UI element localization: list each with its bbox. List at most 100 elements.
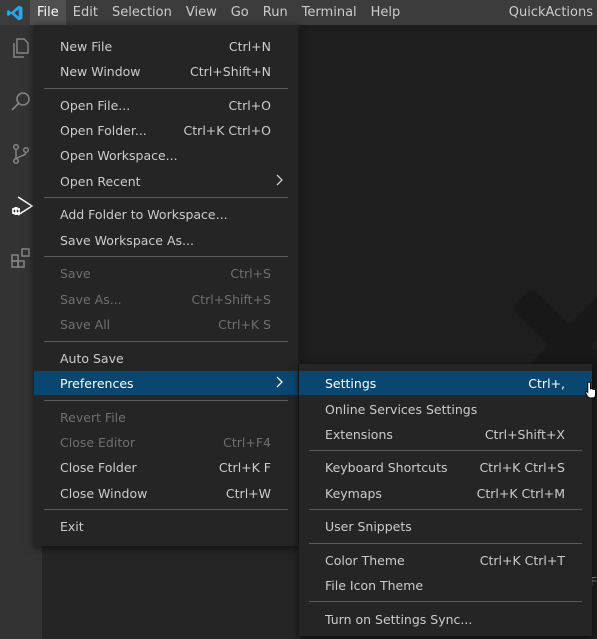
menu-file[interactable]: File: [30, 0, 66, 25]
file-menu: New File Ctrl+N New Window Ctrl+Shift+N …: [34, 25, 298, 546]
preferences-submenu: Settings Ctrl+, Online Services Settings…: [299, 364, 592, 636]
menu-separator: [44, 341, 288, 342]
menu-item-keyboard-shortcuts[interactable]: Keyboard Shortcuts Ctrl+K Ctrl+S: [299, 455, 592, 479]
menu-item-shortcut: Ctrl+K Ctrl+O: [183, 122, 271, 138]
menu-separator: [309, 601, 582, 602]
run-debug-icon[interactable]: [6, 191, 36, 221]
menu-item-label: Settings: [325, 375, 377, 391]
menu-item-label: Turn on Settings Sync...: [325, 611, 473, 627]
menu-item-shortcut: Ctrl+N: [228, 38, 271, 54]
menu-separator: [44, 88, 288, 89]
menu-item-shortcut: Ctrl+Shift+N: [190, 63, 271, 79]
menu-item-shortcut: Ctrl+K Ctrl+M: [476, 485, 565, 501]
menu-separator: [309, 543, 582, 544]
menu-item-label: Add Folder to Workspace...: [60, 206, 228, 222]
menu-item-close-folder[interactable]: Close Folder Ctrl+K F: [34, 455, 298, 479]
menu-item-shortcut: Ctrl+,: [528, 375, 565, 391]
menu-item-label: New File: [60, 38, 113, 54]
menu-item-label: Revert File: [60, 409, 126, 425]
menu-item-label: Save: [60, 265, 91, 281]
menu-item-label: Save All: [60, 316, 111, 332]
menu-separator: [44, 509, 288, 510]
vscode-logo-icon: [0, 0, 30, 25]
menu-item-add-folder[interactable]: Add Folder to Workspace...: [34, 202, 298, 226]
menu-item-save-as[interactable]: Save As... Ctrl+Shift+S: [34, 287, 298, 311]
menu-item-shortcut: Ctrl+K Ctrl+T: [479, 552, 565, 568]
menu-item-label: New Window: [60, 63, 141, 79]
menu-item-label: Keymaps: [325, 485, 382, 501]
title-bar: File Edit Selection View Go Run Terminal…: [0, 0, 597, 25]
menu-item-label: User Snippets: [325, 518, 412, 534]
menu-item-open-recent[interactable]: Open Recent: [34, 169, 298, 193]
menu-item-user-snippets[interactable]: User Snippets: [299, 514, 592, 538]
menu-item-label: File Icon Theme: [325, 577, 424, 593]
menu-item-exit[interactable]: Exit: [34, 514, 298, 538]
menu-item-label: Close Editor: [60, 434, 136, 450]
menu-go[interactable]: Go: [224, 0, 256, 25]
menu-item-shortcut: Ctrl+S: [230, 265, 271, 281]
menu-item-online-services-settings[interactable]: Online Services Settings: [299, 397, 592, 421]
extensions-icon[interactable]: [6, 243, 36, 273]
menu-separator: [44, 256, 288, 257]
menu-item-label: Save As...: [60, 291, 122, 307]
menu-item-save-workspace-as[interactable]: Save Workspace As...: [34, 228, 298, 252]
window-title: QuickActions: [508, 5, 593, 20]
menu-item-shortcut: Ctrl+K F: [218, 459, 271, 475]
menu-item-close-editor[interactable]: Close Editor Ctrl+F4: [34, 430, 298, 454]
menu-item-save-all[interactable]: Save All Ctrl+K S: [34, 312, 298, 336]
menu-item-label: Exit: [60, 518, 84, 534]
menu-item-label: Open File...: [60, 97, 131, 113]
menu-item-label: Online Services Settings: [325, 401, 478, 417]
menu-item-extensions[interactable]: Extensions Ctrl+Shift+X: [299, 422, 592, 446]
menu-item-label: Auto Save: [60, 350, 124, 366]
menu-item-shortcut: Ctrl+O: [228, 97, 271, 113]
menu-item-label: Extensions: [325, 426, 393, 442]
menu-item-open-file[interactable]: Open File... Ctrl+O: [34, 93, 298, 117]
chevron-right-icon: [274, 376, 284, 391]
menu-item-settings[interactable]: Settings Ctrl+,: [299, 371, 592, 395]
menu-item-keymaps[interactable]: Keymaps Ctrl+K Ctrl+M: [299, 481, 592, 505]
menu-item-new-window[interactable]: New Window Ctrl+Shift+N: [34, 59, 298, 83]
menu-item-file-icon-theme[interactable]: File Icon Theme: [299, 573, 592, 597]
menu-item-label: Close Window: [60, 485, 148, 501]
menu-item-label: Open Workspace...: [60, 147, 178, 163]
menu-item-open-workspace[interactable]: Open Workspace...: [34, 143, 298, 167]
menu-edit[interactable]: Edit: [66, 0, 105, 25]
menu-item-auto-save[interactable]: Auto Save: [34, 346, 298, 370]
menu-item-shortcut: Ctrl+F4: [223, 434, 271, 450]
menu-item-label: Open Recent: [60, 173, 141, 189]
menu-item-open-folder[interactable]: Open Folder... Ctrl+K Ctrl+O: [34, 118, 298, 142]
menu-item-label: Keyboard Shortcuts: [325, 459, 448, 475]
menu-item-label: Color Theme: [325, 552, 405, 568]
menu-item-shortcut: Ctrl+K Ctrl+S: [479, 459, 565, 475]
menu-item-label: Open Folder...: [60, 122, 147, 138]
menu-terminal[interactable]: Terminal: [295, 0, 364, 25]
hand-pointer-icon: [585, 381, 597, 402]
menu-separator: [44, 400, 288, 401]
menu-item-revert-file[interactable]: Revert File: [34, 405, 298, 429]
chevron-right-icon: [274, 174, 284, 189]
menu-item-shortcut: Ctrl+W: [225, 485, 271, 501]
search-icon[interactable]: [6, 87, 36, 117]
menu-item-shortcut: Ctrl+Shift+S: [191, 291, 271, 307]
menu-view[interactable]: View: [179, 0, 224, 25]
menu-run[interactable]: Run: [256, 0, 295, 25]
menu-item-color-theme[interactable]: Color Theme Ctrl+K Ctrl+T: [299, 548, 592, 572]
explorer-icon[interactable]: [6, 33, 36, 63]
menu-separator: [44, 197, 288, 198]
menu-item-new-file[interactable]: New File Ctrl+N: [34, 34, 298, 58]
menu-item-label: Save Workspace As...: [60, 232, 194, 248]
menu-selection[interactable]: Selection: [105, 0, 179, 25]
menu-item-preferences[interactable]: Preferences: [34, 371, 298, 395]
menu-item-save[interactable]: Save Ctrl+S: [34, 261, 298, 285]
menu-item-close-window[interactable]: Close Window Ctrl+W: [34, 481, 298, 505]
menu-help[interactable]: Help: [364, 0, 408, 25]
menu-separator: [309, 509, 582, 510]
menu-item-label: Close Folder: [60, 459, 137, 475]
menu-item-shortcut: Ctrl+Shift+X: [484, 426, 565, 442]
source-control-icon[interactable]: [6, 139, 36, 169]
menu-item-settings-sync[interactable]: Turn on Settings Sync...: [299, 607, 592, 631]
menu-bar: File Edit Selection View Go Run Terminal…: [30, 0, 407, 25]
menu-item-shortcut: Ctrl+K S: [218, 316, 271, 332]
menu-separator: [309, 450, 582, 451]
